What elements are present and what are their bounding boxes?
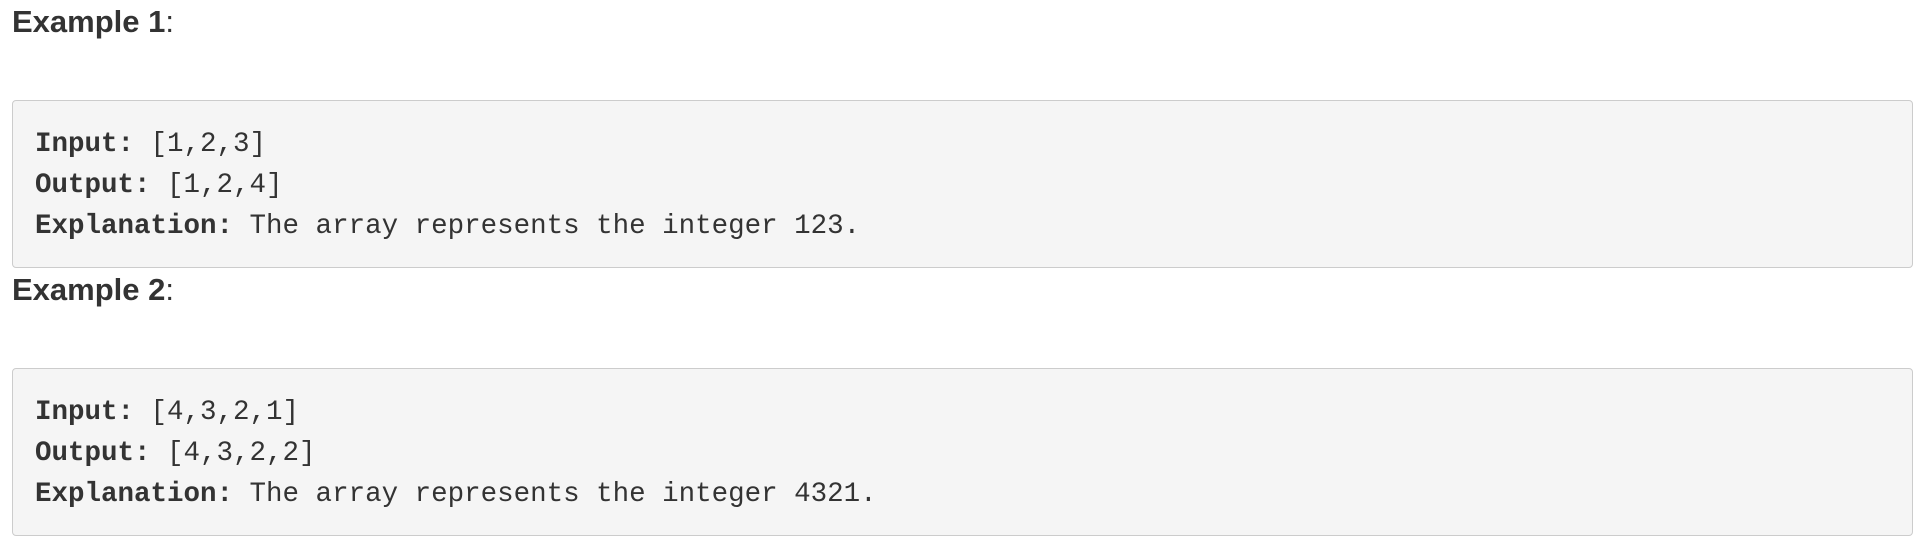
explanation-value: The array represents the integer 4321. (233, 478, 877, 510)
example-2-heading-text: Example 2 (12, 272, 166, 307)
explanation-value: The array represents the integer 123. (233, 210, 861, 242)
output-label: Output: (35, 437, 151, 469)
explanation-label: Explanation: (35, 210, 234, 242)
example-1-output-line: Output: [1,2,4] (35, 165, 1912, 206)
example-2-explanation-line: Explanation: The array represents the in… (35, 474, 1912, 515)
example-1-explanation-line: Explanation: The array represents the in… (35, 206, 1912, 247)
input-value: [1,2,3] (134, 128, 267, 160)
example-1-heading: Example 1: (12, 4, 174, 40)
example-2-heading-colon: : (165, 272, 174, 307)
example-1-input-line: Input: [1,2,3] (35, 124, 1912, 165)
example-1-heading-colon: : (165, 4, 174, 39)
example-2-code-block: Input: [4,3,2,1] Output: [4,3,2,2] Explana… (12, 367, 1913, 536)
problem-examples: Example 1: Input: [1,2,3] Output: [1,2,4]… (0, 0, 1923, 536)
input-label: Input: (35, 396, 135, 428)
example-2-heading: Example 2: (12, 272, 174, 308)
explanation-label: Explanation: (35, 478, 234, 510)
example-2-output-line: Output: [4,3,2,2] (35, 433, 1912, 474)
input-value: [4,3,2,1] (134, 396, 300, 428)
example-2-input-line: Input: [4,3,2,1] (35, 392, 1912, 433)
input-label: Input: (35, 128, 135, 160)
output-label: Output: (35, 169, 151, 201)
example-1-heading-text: Example 1 (12, 4, 166, 39)
output-value: [1,2,4] (150, 169, 283, 201)
example-1-code-block: Input: [1,2,3] Output: [1,2,4] Explanation… (12, 99, 1913, 268)
output-value: [4,3,2,2] (150, 437, 316, 469)
